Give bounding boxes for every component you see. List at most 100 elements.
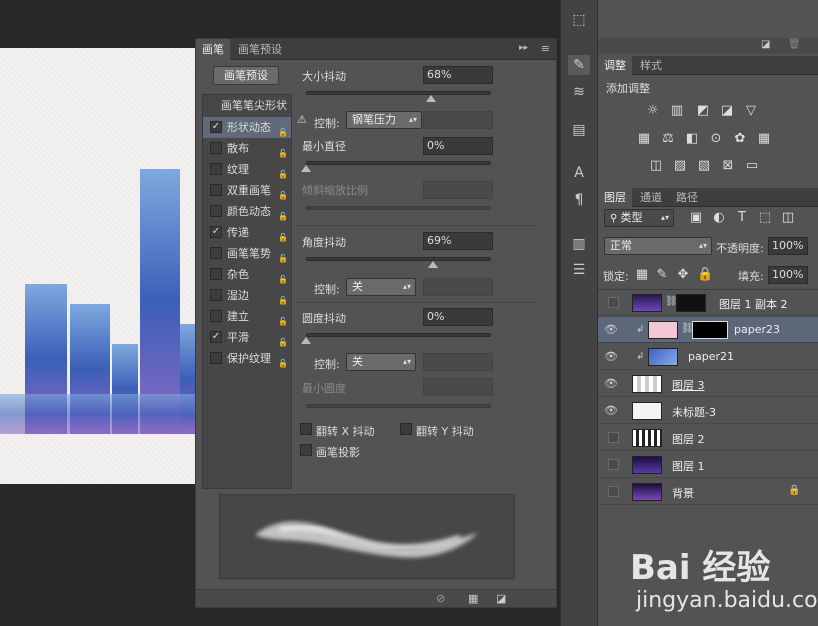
eye-icon[interactable]: 👁: [604, 323, 618, 337]
opacity-field[interactable]: 100%: [768, 237, 808, 255]
option-shape-dynamics[interactable]: ✓ 形状动态 🔓: [203, 117, 291, 138]
levels-icon[interactable]: ▥: [669, 104, 685, 118]
visibility-toggle[interactable]: [608, 297, 619, 308]
eye-icon[interactable]: 👁: [604, 377, 618, 391]
curves-icon[interactable]: ◩: [695, 104, 711, 118]
color-balance-icon[interactable]: ⚖: [660, 132, 676, 146]
panel-menu-icon[interactable]: ≡: [541, 42, 550, 55]
angle-jitter-field[interactable]: 69%: [423, 232, 493, 250]
control-select-3[interactable]: 关 ▴▾: [346, 353, 416, 371]
control-select-2[interactable]: 关 ▴▾: [346, 278, 416, 296]
filter-type-icon[interactable]: T: [734, 211, 750, 225]
toggle-bristle-preview-icon[interactable]: ⊘: [436, 592, 445, 605]
color-lookup-icon[interactable]: ▦: [756, 132, 772, 146]
option-brush-pose[interactable]: 画笔笔势 🔓: [203, 243, 291, 264]
properties-icon[interactable]: ☰: [568, 260, 590, 280]
selective-color-icon[interactable]: ⊠: [720, 159, 736, 173]
hue-saturation-icon[interactable]: ▦: [636, 132, 652, 146]
channel-mixer-icon[interactable]: ✿: [732, 132, 748, 146]
checkbox-icon[interactable]: [210, 142, 222, 154]
flip-y-checkbox[interactable]: [400, 423, 412, 435]
option-scattering[interactable]: 散布 🔓: [203, 138, 291, 159]
visibility-toggle[interactable]: [608, 432, 619, 443]
character-icon[interactable]: A: [568, 163, 590, 183]
vibrance-icon[interactable]: ▽: [743, 104, 759, 118]
option-texture[interactable]: 纹理 🔓: [203, 159, 291, 180]
tab-channels[interactable]: 通道: [634, 188, 668, 207]
size-jitter-field[interactable]: 68%: [423, 66, 493, 84]
brush-tip-shape-item[interactable]: 画笔笔尖形状: [203, 95, 291, 116]
new-brush-icon[interactable]: ◪: [496, 592, 506, 605]
layer-row[interactable]: 图层 2: [598, 425, 818, 451]
collapse-icon[interactable]: ▸▸: [519, 43, 528, 53]
checkbox-icon[interactable]: ✓: [210, 331, 222, 343]
lock-position-icon[interactable]: ✥: [675, 268, 691, 282]
layer-row[interactable]: 👁 图层 3: [598, 371, 818, 397]
layer-row[interactable]: 👁 ↲ paper21: [598, 344, 818, 370]
photo-filter-icon[interactable]: ⊙: [708, 132, 724, 146]
filter-pixel-icon[interactable]: ▣: [688, 211, 704, 225]
exposure-icon[interactable]: ◪: [719, 104, 735, 118]
clone-source-icon[interactable]: ▤: [568, 120, 590, 140]
document-image[interactable]: [0, 48, 200, 484]
option-dual-brush[interactable]: 双重画笔 🔓: [203, 180, 291, 201]
invert-icon[interactable]: ◫: [648, 159, 664, 173]
new-icon[interactable]: ◪: [761, 39, 770, 50]
layer-filter-select[interactable]: ⚲ 类型 ▴▾: [604, 209, 674, 227]
option-wet-edges[interactable]: 湿边 🔓: [203, 285, 291, 306]
min-diameter-slider[interactable]: [306, 161, 491, 165]
size-jitter-thumb[interactable]: [426, 95, 436, 102]
roundness-jitter-thumb[interactable]: [301, 337, 311, 344]
layer-row[interactable]: 👁 ↲ ⛓ paper23: [598, 317, 818, 343]
brush-presets-icon[interactable]: ≋: [568, 82, 590, 102]
roundness-jitter-slider[interactable]: [306, 333, 491, 337]
visibility-toggle[interactable]: [608, 459, 619, 470]
filter-shape-icon[interactable]: ⬚: [757, 211, 773, 225]
brush-presets-button[interactable]: 画笔预设: [213, 66, 279, 85]
brush-panel-icon[interactable]: ✎: [568, 55, 590, 75]
lock-transparent-icon[interactable]: ▦: [634, 268, 650, 282]
tab-brush[interactable]: 画笔: [196, 39, 230, 60]
checkbox-icon[interactable]: [210, 247, 222, 259]
notes-icon[interactable]: ▥: [568, 234, 590, 254]
black-white-icon[interactable]: ◧: [684, 132, 700, 146]
layer-row[interactable]: 图层 1: [598, 452, 818, 478]
blend-mode-select[interactable]: 正常 ▴▾: [604, 237, 712, 255]
checkbox-icon[interactable]: [210, 268, 222, 280]
eye-icon[interactable]: 👁: [604, 350, 618, 364]
tab-styles[interactable]: 样式: [634, 56, 668, 75]
posterize-icon[interactable]: ▨: [672, 159, 688, 173]
paragraph-icon[interactable]: ¶: [568, 190, 590, 210]
tab-paths[interactable]: 路径: [670, 188, 704, 207]
option-protect-texture[interactable]: 保护纹理 🔓: [203, 348, 291, 369]
3d-cube-icon[interactable]: ⬚: [568, 10, 590, 30]
control-select-1[interactable]: 钢笔压力 ▴▾: [346, 111, 422, 129]
checkbox-icon[interactable]: [210, 352, 222, 364]
fill-field[interactable]: 100%: [768, 266, 808, 284]
checkbox-icon[interactable]: [210, 289, 222, 301]
option-build-up[interactable]: 建立 🔓: [203, 306, 291, 327]
grid-icon[interactable]: ▦: [468, 592, 478, 605]
option-color-dynamics[interactable]: 颜色动态 🔓: [203, 201, 291, 222]
flip-x-checkbox[interactable]: [300, 423, 312, 435]
lock-image-icon[interactable]: ✎: [654, 268, 670, 282]
option-smoothing[interactable]: ✓ 平滑 🔓: [203, 327, 291, 348]
tab-layers[interactable]: 图层: [598, 188, 632, 207]
visibility-toggle[interactable]: [608, 486, 619, 497]
threshold-icon[interactable]: ▧: [696, 159, 712, 173]
size-jitter-slider[interactable]: [306, 91, 491, 95]
checkbox-icon[interactable]: [210, 163, 222, 175]
filter-adjustment-icon[interactable]: ◐: [711, 211, 727, 225]
layer-row[interactable]: 👁 未标题-3: [598, 398, 818, 424]
min-diameter-field[interactable]: 0%: [423, 137, 493, 155]
lock-all-icon[interactable]: 🔒: [697, 268, 713, 282]
option-noise[interactable]: 杂色 🔓: [203, 264, 291, 285]
angle-jitter-thumb[interactable]: [428, 261, 438, 268]
option-transfer[interactable]: ✓ 传递 🔓: [203, 222, 291, 243]
checkbox-icon[interactable]: ✓: [210, 121, 222, 133]
gradient-map-icon[interactable]: ▭: [744, 159, 760, 173]
checkbox-icon[interactable]: ✓: [210, 226, 222, 238]
tab-adjustments[interactable]: 调整: [598, 56, 632, 75]
brush-projection-checkbox[interactable]: [300, 444, 312, 456]
trash-icon[interactable]: 🗑: [788, 39, 801, 50]
